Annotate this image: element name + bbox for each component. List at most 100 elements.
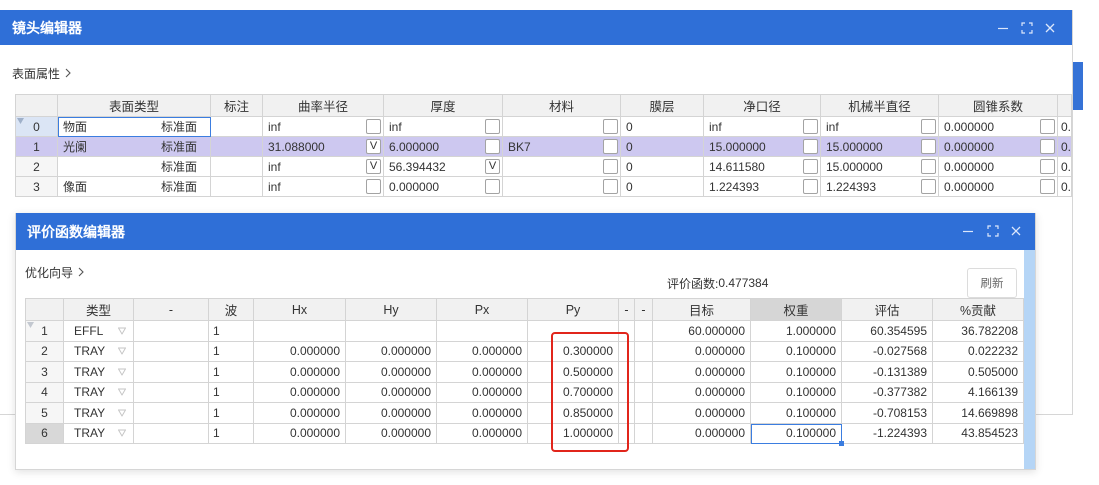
optimization-wizard-toggle[interactable]: 优化向导 — [25, 264, 84, 280]
surface-type-cell[interactable]: 像面 标准面 — [58, 177, 211, 197]
hy-cell[interactable]: 0.000000 — [346, 362, 437, 383]
contribution-cell[interactable]: 0.022232 — [933, 341, 1024, 362]
solve-checkbox[interactable] — [921, 139, 936, 154]
row-number[interactable]: 6 — [26, 423, 64, 444]
column-header[interactable] — [1058, 95, 1072, 117]
operand-blank-cell[interactable] — [134, 341, 209, 362]
hx-cell[interactable]: 0.000000 — [254, 423, 346, 444]
column-header[interactable]: 表面类型 — [58, 95, 211, 117]
px-cell[interactable] — [437, 321, 528, 342]
operand-blank-cell[interactable] — [134, 382, 209, 403]
row-number[interactable]: 1 — [16, 137, 58, 157]
coating-cell[interactable]: 0 — [621, 117, 704, 137]
column-header[interactable]: 圆锥系数 — [939, 95, 1058, 117]
weight-cell[interactable]: 0.100000 — [751, 403, 842, 424]
close-icon[interactable] — [1044, 22, 1056, 34]
hy-cell[interactable]: 0.000000 — [346, 403, 437, 424]
operand-blank-cell[interactable] — [134, 321, 209, 342]
solve-checkbox[interactable] — [1040, 139, 1055, 154]
row-number[interactable]: 3 — [16, 177, 58, 197]
contribution-cell[interactable]: 43.854523 — [933, 423, 1024, 444]
hx-cell[interactable] — [254, 321, 346, 342]
next-column-cell[interactable]: 0.0 — [1058, 117, 1072, 137]
column-header[interactable]: 目标 — [653, 299, 751, 321]
row-number-header[interactable] — [26, 299, 64, 321]
weight-cell[interactable]: 0.100000 — [751, 362, 842, 383]
column-header[interactable]: 净口径 — [704, 95, 821, 117]
refresh-button[interactable]: 刷新 — [967, 268, 1017, 298]
conic-cell[interactable]: 0.000000 — [939, 177, 1058, 197]
wave-cell[interactable]: 1 — [209, 382, 254, 403]
py-cell[interactable] — [528, 321, 619, 342]
wave-cell[interactable]: 1 — [209, 321, 254, 342]
lens-scrollbar-thumb[interactable] — [1073, 62, 1083, 110]
column-header[interactable]: Py — [528, 299, 619, 321]
solve-checkbox[interactable] — [803, 179, 818, 194]
py-cell[interactable]: 0.700000 — [528, 382, 619, 403]
operand-type-cell[interactable]: TRAY — [64, 341, 134, 362]
solve-checkbox[interactable] — [603, 119, 618, 134]
dropdown-triangle-icon[interactable] — [118, 429, 126, 437]
minimize-icon[interactable] — [997, 22, 1009, 34]
solve-checkbox[interactable] — [603, 159, 618, 174]
solve-checkbox[interactable] — [1040, 119, 1055, 134]
hx-cell[interactable]: 0.000000 — [254, 341, 346, 362]
fill-handle[interactable] — [839, 441, 844, 446]
solve-checkbox[interactable]: V — [366, 159, 381, 174]
weight-cell[interactable]: 1.000000 — [751, 321, 842, 342]
target-cell[interactable]: 60.000000 — [653, 321, 751, 342]
hy-cell[interactable] — [346, 321, 437, 342]
solve-checkbox[interactable]: V — [366, 139, 381, 154]
operand-blank-cell[interactable] — [134, 403, 209, 424]
px-cell[interactable]: 0.000000 — [437, 341, 528, 362]
px-cell[interactable]: 0.000000 — [437, 423, 528, 444]
operand-type-cell[interactable]: TRAY — [64, 423, 134, 444]
solve-checkbox[interactable] — [366, 119, 381, 134]
radius-cell[interactable]: 31.088000 V — [263, 137, 384, 157]
target-cell[interactable]: 0.000000 — [653, 423, 751, 444]
surface-type-cell[interactable]: 物面 标准面 — [58, 117, 211, 137]
solve-checkbox[interactable] — [485, 119, 500, 134]
column-header[interactable]: Hy — [346, 299, 437, 321]
solve-checkbox[interactable] — [803, 159, 818, 174]
thickness-cell[interactable]: 6.000000 — [384, 137, 503, 157]
row-number[interactable]: 0 — [16, 117, 58, 137]
conic-cell[interactable]: 0.000000 — [939, 137, 1058, 157]
column-header[interactable]: - — [134, 299, 209, 321]
column-header[interactable]: 曲率半径 — [263, 95, 384, 117]
radius-cell[interactable]: inf — [263, 117, 384, 137]
operand-type-cell[interactable]: TRAY — [64, 382, 134, 403]
dropdown-triangle-icon[interactable] — [118, 347, 126, 355]
radius-cell[interactable]: inf — [263, 177, 384, 197]
mech-semi-diameter-cell[interactable]: 15.000000 — [821, 157, 939, 177]
conic-cell[interactable]: 0.000000 — [939, 117, 1058, 137]
evaluation-cell[interactable]: -0.131389 — [842, 362, 933, 383]
contribution-cell[interactable]: 0.505000 — [933, 362, 1024, 383]
column-header[interactable]: Hx — [254, 299, 346, 321]
evaluation-cell[interactable]: -0.027568 — [842, 341, 933, 362]
param-2-cell[interactable] — [635, 321, 653, 342]
column-header[interactable]: - — [635, 299, 653, 321]
column-header[interactable]: 评估 — [842, 299, 933, 321]
coating-cell[interactable]: 0 — [621, 177, 704, 197]
solve-checkbox[interactable] — [485, 139, 500, 154]
surface-type-cell[interactable]: 光阑 标准面 — [58, 137, 211, 157]
next-column-cell[interactable]: 0.0 — [1058, 137, 1072, 157]
hy-cell[interactable]: 0.000000 — [346, 423, 437, 444]
param-2-cell[interactable] — [635, 341, 653, 362]
row-number[interactable]: 2 — [26, 341, 64, 362]
mech-semi-diameter-cell[interactable]: 15.000000 — [821, 137, 939, 157]
solve-checkbox[interactable] — [921, 119, 936, 134]
column-header[interactable]: 厚度 — [384, 95, 503, 117]
clear-semi-diameter-cell[interactable]: 15.000000 — [704, 137, 821, 157]
dropdown-triangle-icon[interactable] — [118, 368, 126, 376]
conic-cell[interactable]: 0.000000 — [939, 157, 1058, 177]
coating-cell[interactable]: 0 — [621, 137, 704, 157]
clear-semi-diameter-cell[interactable]: 1.224393 — [704, 177, 821, 197]
material-cell[interactable] — [503, 157, 621, 177]
operand-blank-cell[interactable] — [134, 362, 209, 383]
column-header[interactable]: 标注 — [211, 95, 263, 117]
column-header[interactable]: 类型 — [64, 299, 134, 321]
py-cell[interactable]: 0.300000 — [528, 341, 619, 362]
next-column-cell[interactable]: 0.0 — [1058, 157, 1072, 177]
